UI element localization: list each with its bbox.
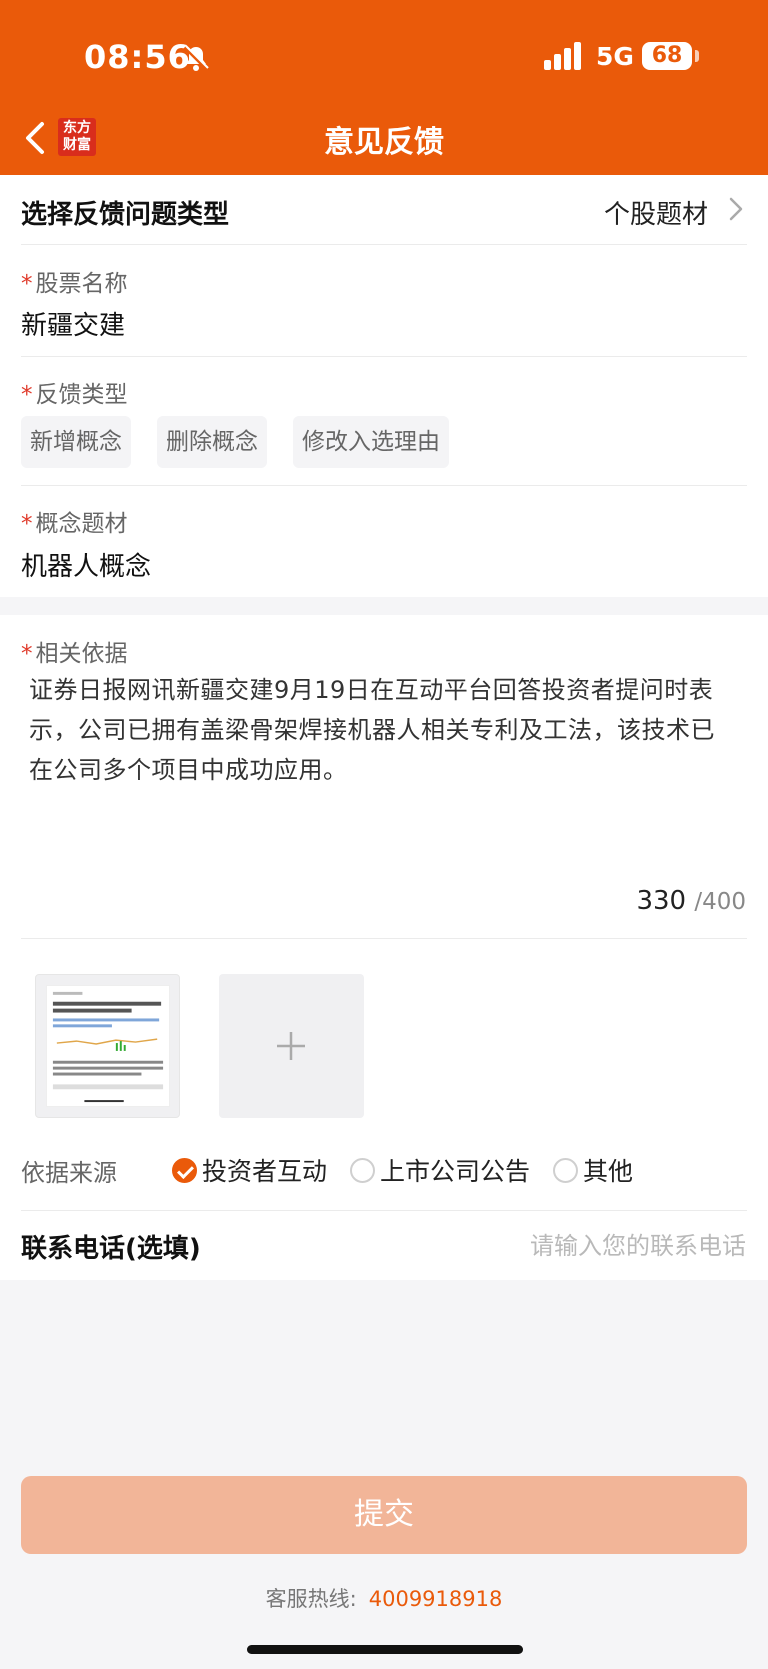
feedback-type-row-label: 选择反馈问题类型 — [21, 200, 230, 230]
battery-icon: 68 — [642, 42, 692, 70]
uploaded-image-thumbnail[interactable] — [35, 974, 180, 1118]
page-title: 意见反馈 — [324, 125, 444, 160]
radio-label: 上市公司公告 — [380, 1157, 531, 1186]
stock-name-label: * 股票名称 — [21, 271, 128, 297]
chip-delete-concept[interactable]: 删除概念 — [157, 416, 267, 468]
char-counter: 330 /400 — [636, 886, 746, 916]
radio-company-announcement[interactable]: 上市公司公告 — [350, 1153, 530, 1187]
phone-label: 联系电话(选填) — [21, 1234, 201, 1264]
divider — [21, 938, 747, 939]
divider — [21, 244, 747, 245]
radio-investor-interaction[interactable]: 投资者互动 — [172, 1153, 327, 1187]
feedback-kind-label: * 反馈类型 — [21, 382, 128, 408]
radio-label: 其他 — [583, 1157, 634, 1186]
plus-icon — [277, 1032, 305, 1060]
char-count: 330 — [636, 886, 687, 916]
screenshot-preview — [46, 985, 170, 1107]
app-header: 08:56 5G 68 东方 财富 意见反馈 — [0, 0, 768, 175]
basis-label: * 相关依据 — [21, 641, 128, 667]
radio-other[interactable]: 其他 — [553, 1153, 633, 1187]
hotline-number[interactable]: 4009918918 — [369, 1587, 503, 1611]
status-bar: 08:56 5G 68 — [0, 0, 768, 110]
bell-slash-icon — [183, 45, 209, 71]
signal-icon — [544, 42, 581, 70]
source-label: 依据来源 — [21, 1159, 117, 1187]
radio-label: 投资者互动 — [202, 1157, 328, 1186]
basis-textarea[interactable]: 证券日报网讯新疆交建9月19日在互动平台回答投资者提问时表示，公司已拥有盖梁骨架… — [29, 670, 739, 790]
customer-service-hotline: 客服热线: 4009918918 — [0, 1583, 768, 1613]
concept-value[interactable]: 机器人概念 — [21, 546, 151, 583]
hotline-label: 客服热线: — [265, 1587, 357, 1611]
check-icon — [172, 1157, 197, 1183]
chip-modify-reason[interactable]: 修改入选理由 — [293, 416, 449, 468]
submit-button[interactable]: 提交 — [21, 1476, 747, 1554]
home-indicator[interactable] — [247, 1645, 523, 1654]
network-type: 5G — [596, 42, 634, 71]
divider — [21, 1210, 747, 1211]
chevron-right-icon[interactable] — [726, 194, 746, 224]
radio-circle-icon — [553, 1157, 578, 1183]
char-max: /400 — [694, 889, 746, 915]
battery-cap — [695, 50, 699, 62]
phone-input[interactable] — [446, 1228, 746, 1264]
status-time: 08:56 — [84, 38, 191, 76]
chip-add-concept[interactable]: 新增概念 — [21, 416, 131, 468]
divider — [21, 356, 747, 357]
feedback-type-value[interactable]: 个股题材 — [604, 194, 708, 231]
radio-circle-icon — [350, 1157, 375, 1183]
concept-label: * 概念题材 — [21, 511, 128, 537]
divider — [21, 485, 747, 486]
stock-name-value[interactable]: 新疆交建 — [21, 305, 125, 342]
add-image-button[interactable] — [219, 974, 364, 1118]
